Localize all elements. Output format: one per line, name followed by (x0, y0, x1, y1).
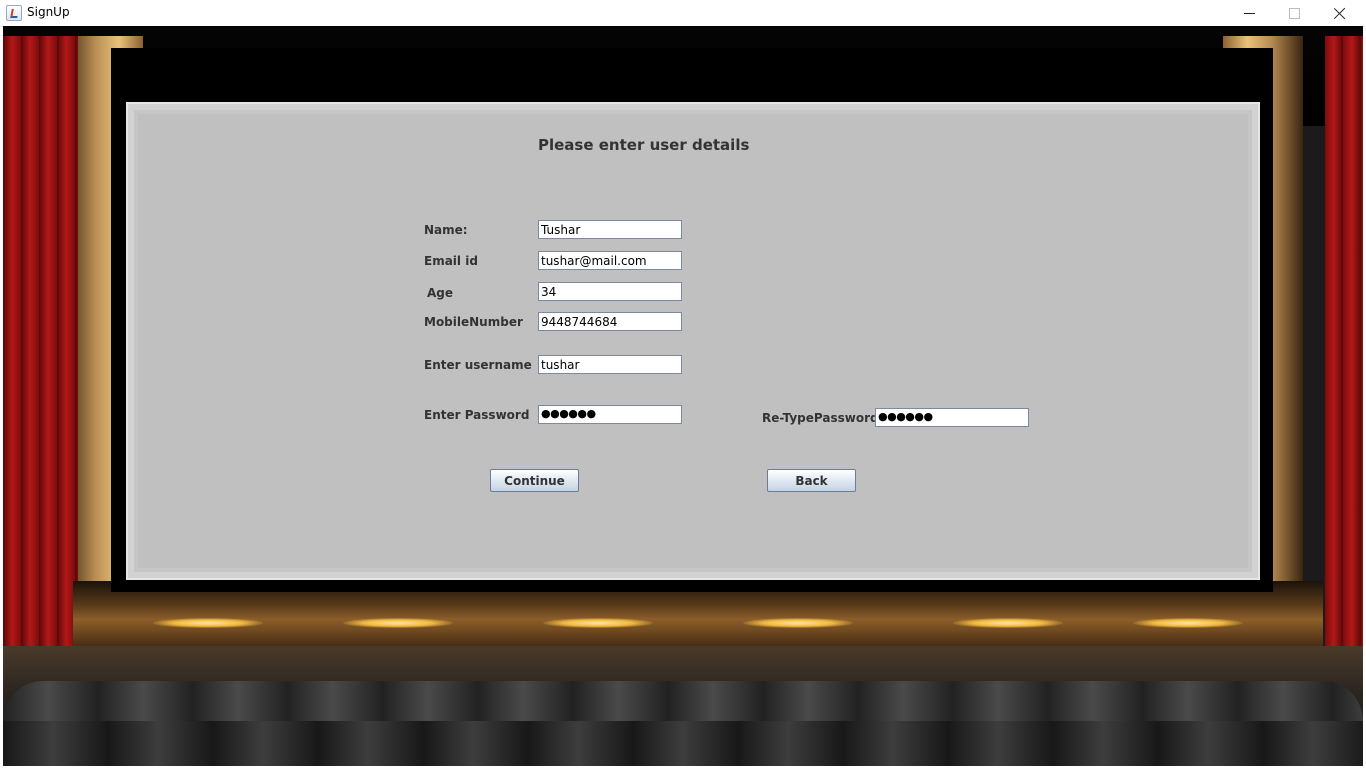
stage-light (153, 618, 263, 628)
stage-light (743, 618, 853, 628)
email-label: Email id (424, 254, 478, 268)
password-label: Enter Password (424, 408, 530, 422)
email-field[interactable]: tushar@mail.com (538, 251, 682, 270)
left-curtain (3, 36, 78, 676)
close-icon (1334, 7, 1346, 19)
name-label: Name: (424, 223, 468, 237)
seat-row (3, 721, 1363, 766)
retype-password-label: Re-TypePassword (762, 411, 879, 425)
username-field[interactable]: tushar (538, 355, 682, 374)
mobile-label: MobileNumber (424, 315, 523, 329)
maximize-icon (1288, 7, 1300, 19)
age-field[interactable]: 34 (538, 282, 682, 301)
close-button[interactable] (1317, 0, 1363, 26)
name-field[interactable]: Tushar (538, 220, 682, 239)
minimize-icon (1243, 12, 1255, 14)
stage-light (953, 618, 1063, 628)
back-button[interactable]: Back (767, 469, 856, 492)
signup-window: SignUp Please enter user details Name: T… (0, 0, 1366, 768)
title-bar[interactable]: SignUp (0, 0, 1366, 27)
java-app-icon (6, 5, 22, 21)
password-field[interactable]: ●●●●●● (538, 405, 682, 424)
window-title: SignUp (27, 5, 70, 19)
stage-light (343, 618, 453, 628)
age-label: Age (427, 286, 454, 300)
mobile-field[interactable]: 9448744684 (538, 312, 682, 331)
right-curtain (1325, 36, 1363, 676)
maximize-button[interactable] (1271, 0, 1317, 26)
retype-password-field[interactable]: ●●●●●● (875, 408, 1029, 427)
continue-button[interactable]: Continue (490, 469, 579, 492)
stage-light (1133, 618, 1243, 628)
username-label: Enter username (424, 358, 532, 372)
stage-light (543, 618, 653, 628)
minimize-button[interactable] (1226, 0, 1272, 26)
form-heading: Please enter user details (538, 136, 750, 154)
form-panel (126, 102, 1260, 580)
